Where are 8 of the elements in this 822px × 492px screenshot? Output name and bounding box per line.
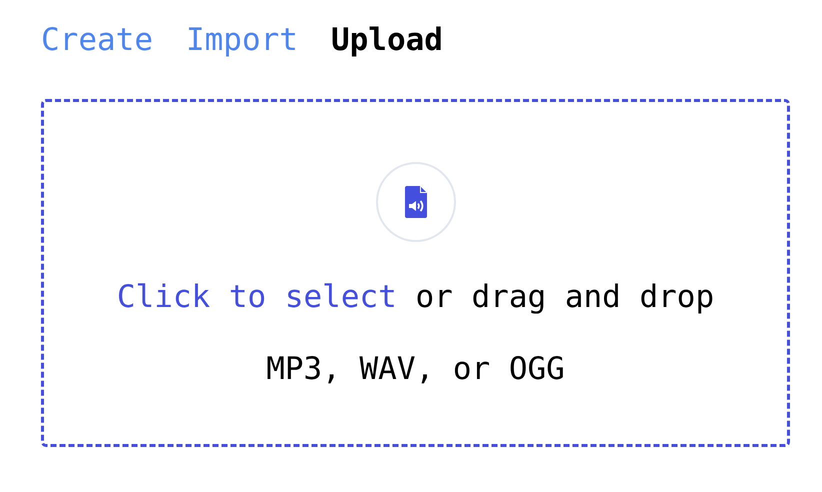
audio-file-icon (404, 186, 426, 218)
tab[interactable]: Import (186, 18, 298, 62)
drop-zone[interactable]: Click to select or drag and drop MP3, WAV, or OGG (41, 99, 790, 447)
tab[interactable]: Upload (330, 18, 443, 62)
upload-instruction: Click to select or drag and drop (116, 278, 714, 317)
supported-formats: MP3, WAV, or OGG (266, 350, 565, 389)
tab[interactable]: Create (41, 18, 153, 62)
select-file-link[interactable]: Click to select (116, 279, 397, 315)
